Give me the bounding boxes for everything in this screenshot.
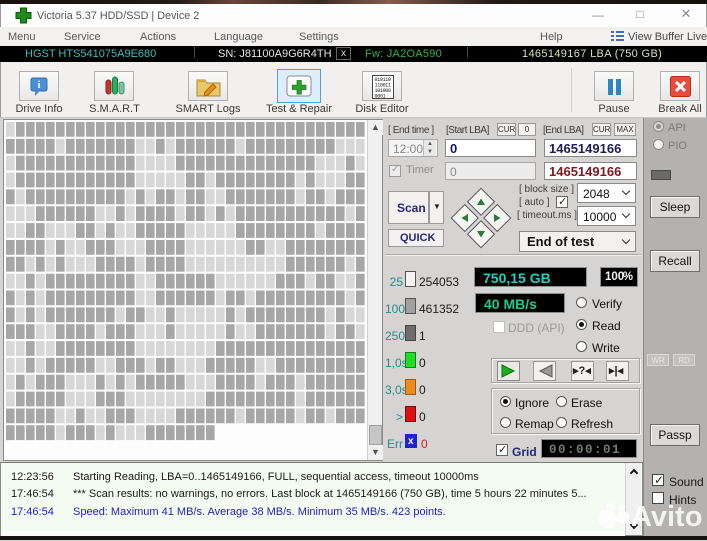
svg-text:0001: 0001 <box>375 94 386 100</box>
svg-text:i: i <box>38 80 41 91</box>
svg-text:Avito: Avito <box>631 501 702 533</box>
